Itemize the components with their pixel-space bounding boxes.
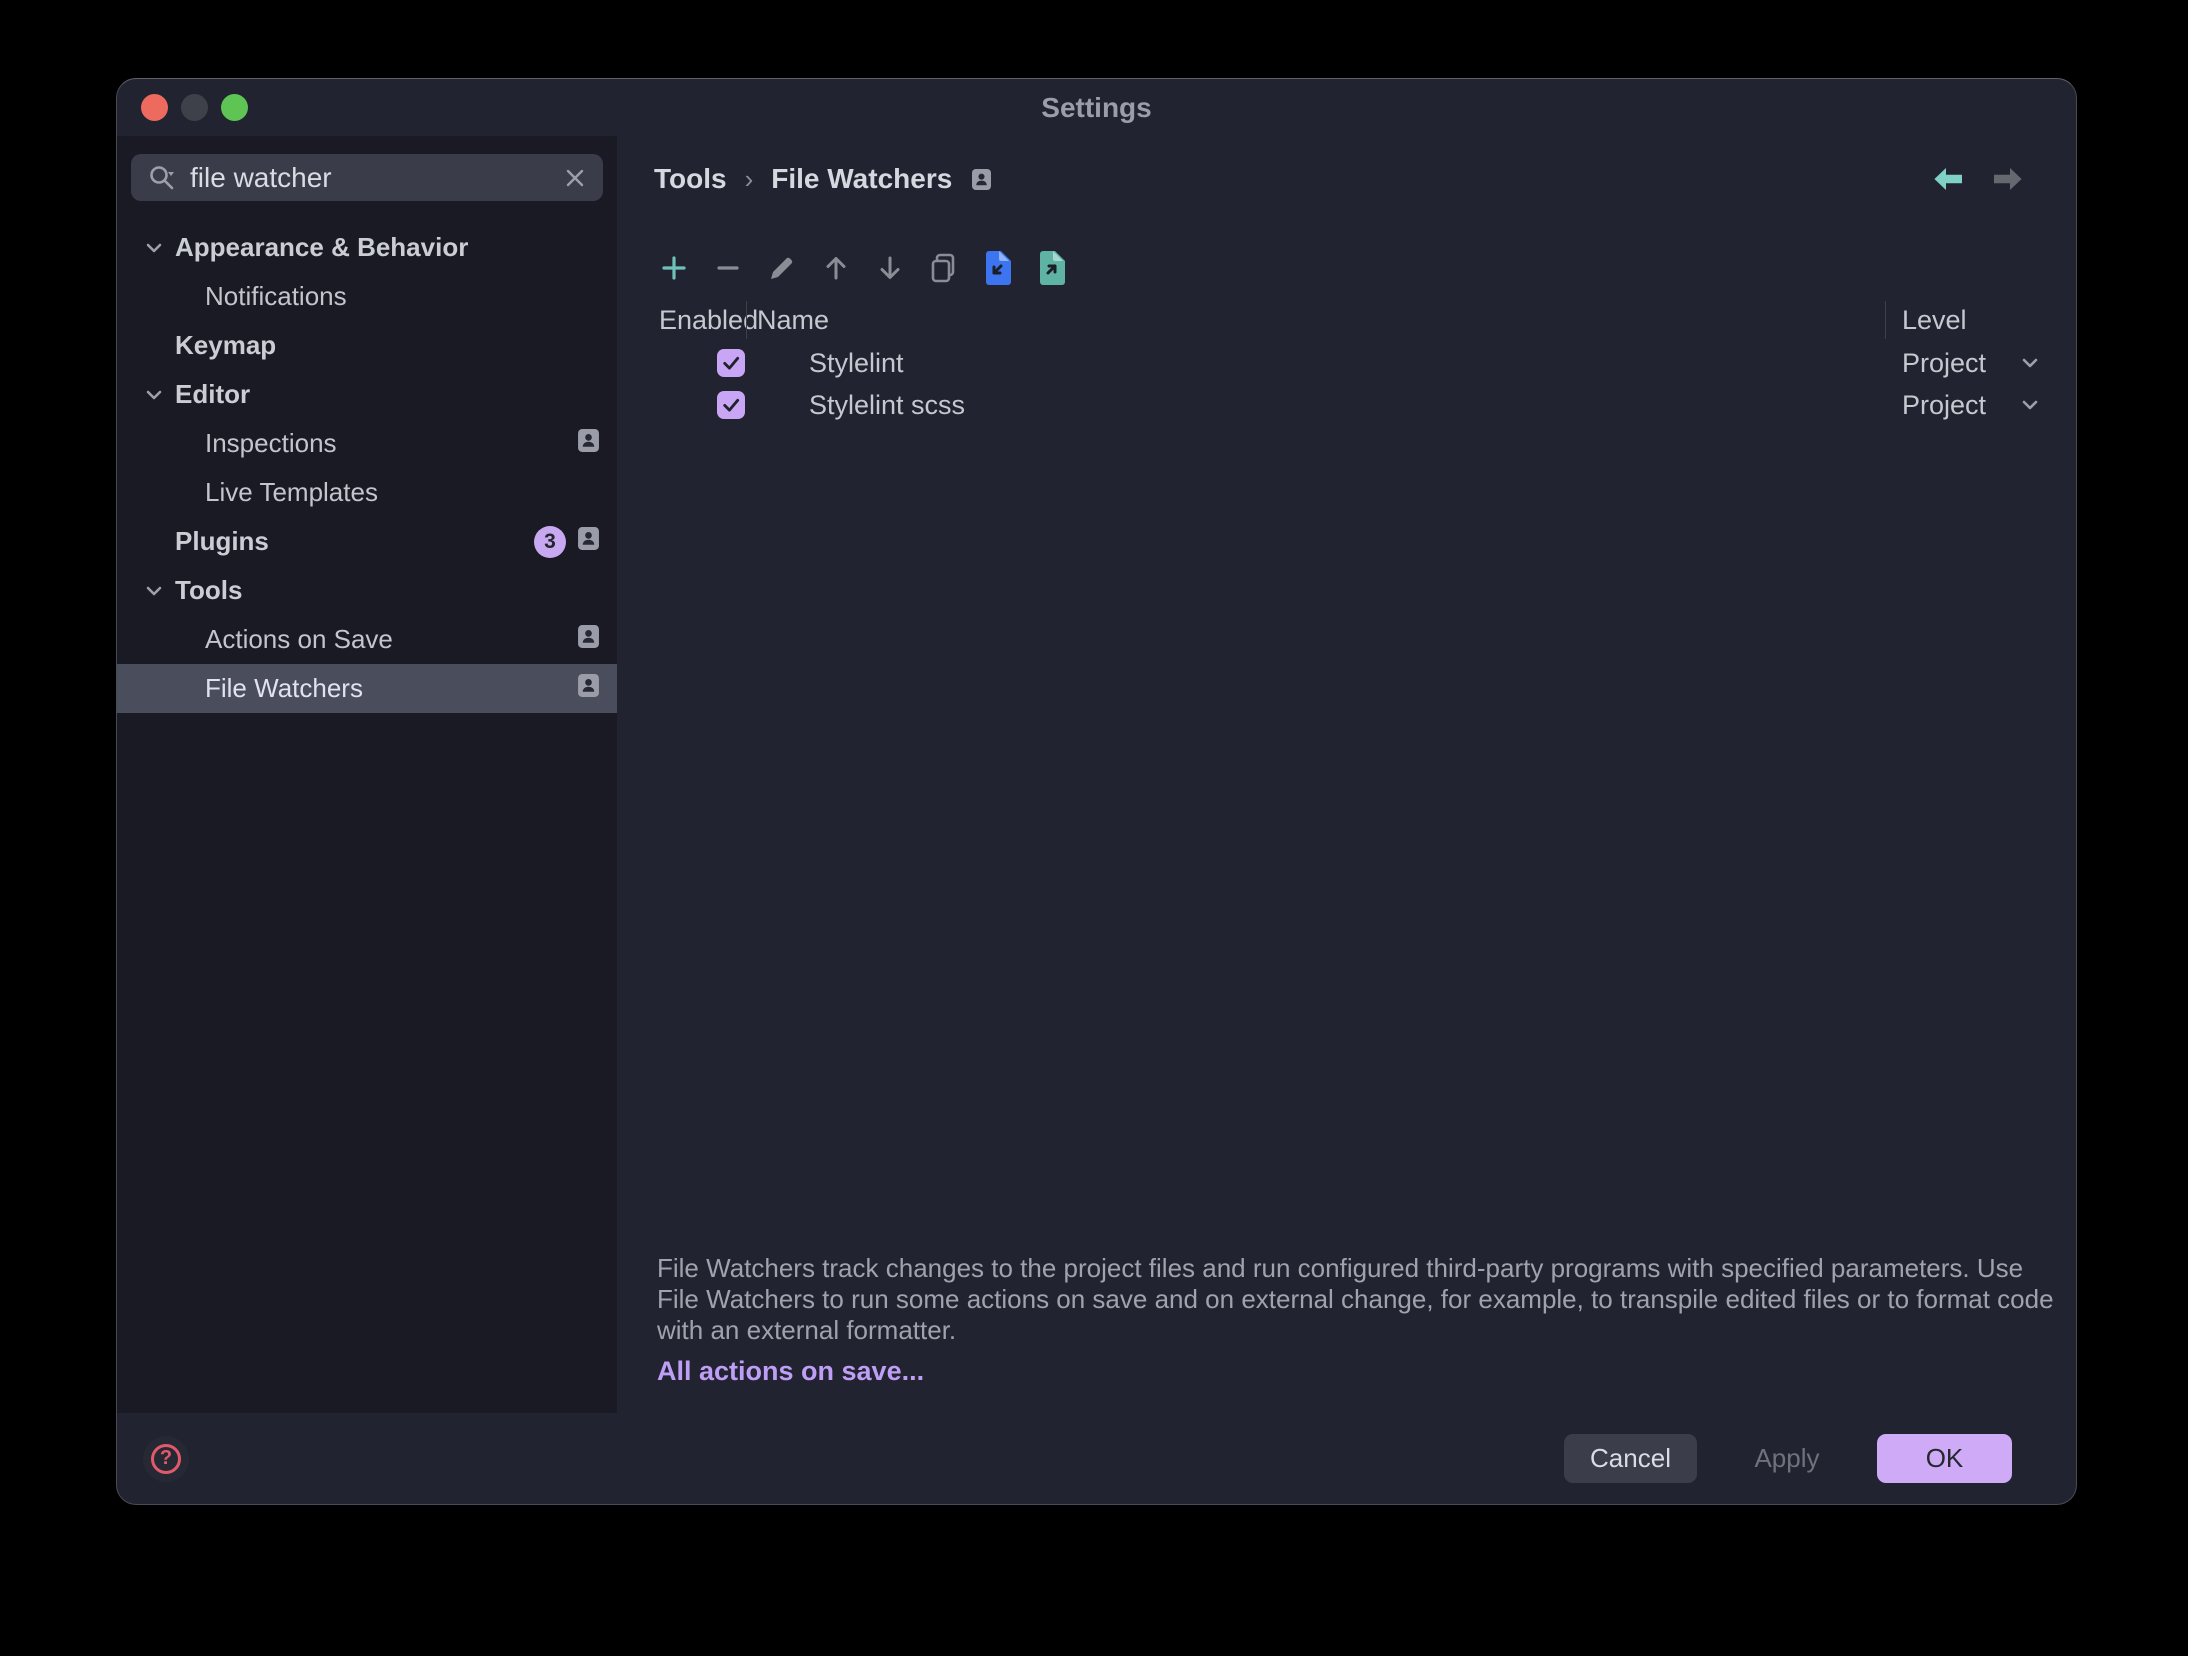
plugins-count-badge: 3 xyxy=(534,526,566,558)
breadcrumb: Tools › File Watchers xyxy=(617,136,2076,214)
breadcrumb-tools[interactable]: Tools xyxy=(654,163,727,195)
sidebar-item-label: Keymap xyxy=(175,330,276,361)
edit-pencil-icon[interactable] xyxy=(765,251,799,285)
sidebar-item-label: Editor xyxy=(175,379,250,410)
sidebar-item-label: Notifications xyxy=(205,281,347,312)
sidebar-item-actions-on-save[interactable]: Actions on Save xyxy=(117,615,617,664)
minimize-window-button[interactable] xyxy=(181,94,208,121)
per-ide-settings-icon xyxy=(578,624,599,655)
sidebar-item-label: Live Templates xyxy=(205,477,378,508)
all-actions-on-save-link[interactable]: All actions on save... xyxy=(617,1356,924,1387)
search-field[interactable] xyxy=(131,154,603,201)
help-icon: ? xyxy=(151,1444,181,1474)
cancel-button[interactable]: Cancel xyxy=(1564,1434,1697,1483)
level-value[interactable]: Project xyxy=(1902,348,1986,379)
sidebar-item-appearance-behavior[interactable]: Appearance & Behavior xyxy=(117,223,617,272)
column-header-enabled[interactable]: Enabled xyxy=(617,305,746,336)
sidebar-item-label: Tools xyxy=(175,575,242,606)
export-icon[interactable] xyxy=(1035,251,1069,285)
dialog-footer: ? Cancel Apply OK xyxy=(117,1413,2076,1504)
help-button[interactable]: ? xyxy=(143,1436,189,1482)
sidebar-item-notifications[interactable]: Notifications xyxy=(117,272,617,321)
breadcrumb-file-watchers: File Watchers xyxy=(771,163,952,195)
chevron-down-icon[interactable] xyxy=(143,580,165,602)
watcher-name: Stylelint scss xyxy=(746,390,1886,421)
back-arrow-icon[interactable] xyxy=(1932,166,1964,192)
sidebar-item-label: Actions on Save xyxy=(205,624,393,655)
add-icon[interactable] xyxy=(657,251,691,285)
sidebar-item-editor[interactable]: Editor xyxy=(117,370,617,419)
title-bar: Settings xyxy=(117,79,2076,136)
remove-icon[interactable] xyxy=(711,251,745,285)
sidebar-item-file-watchers[interactable]: File Watchers xyxy=(117,664,617,713)
sidebar-item-label: Appearance & Behavior xyxy=(175,232,468,263)
sidebar-item-live-templates[interactable]: Live Templates xyxy=(117,468,617,517)
move-down-icon[interactable] xyxy=(873,251,907,285)
table-row[interactable]: Stylelint scss Project xyxy=(617,384,2076,426)
per-ide-settings-icon xyxy=(578,526,599,557)
watchers-toolbar xyxy=(617,242,2076,294)
sidebar-item-tools[interactable]: Tools xyxy=(117,566,617,615)
sidebar-item-label: Inspections xyxy=(205,428,337,459)
enabled-checkbox[interactable] xyxy=(717,349,745,377)
copy-icon[interactable] xyxy=(927,251,961,285)
level-value[interactable]: Project xyxy=(1902,390,1986,421)
settings-tree: Appearance & Behavior Notifications Keym… xyxy=(117,223,617,1413)
sidebar-item-keymap[interactable]: Keymap xyxy=(117,321,617,370)
watchers-table: Enabled Name Level Stylelint Project xyxy=(617,298,2076,426)
per-ide-settings-icon xyxy=(578,428,599,459)
move-up-icon[interactable] xyxy=(819,251,853,285)
search-icon xyxy=(147,163,177,193)
table-row[interactable]: Stylelint Project xyxy=(617,342,2076,384)
close-window-button[interactable] xyxy=(141,94,168,121)
watcher-name: Stylelint xyxy=(746,348,1886,379)
per-ide-settings-icon xyxy=(578,673,599,704)
sidebar-item-label: File Watchers xyxy=(205,673,363,704)
chevron-down-icon[interactable] xyxy=(2018,393,2042,417)
chevron-down-icon[interactable] xyxy=(143,237,165,259)
enabled-checkbox[interactable] xyxy=(717,391,745,419)
window-title: Settings xyxy=(1041,92,1151,124)
clear-search-icon[interactable] xyxy=(563,166,587,190)
chevron-down-icon[interactable] xyxy=(2018,351,2042,375)
breadcrumb-separator-icon: › xyxy=(745,164,754,195)
settings-dialog: Settings xyxy=(116,78,2077,1505)
settings-sidebar: Appearance & Behavior Notifications Keym… xyxy=(117,136,617,1413)
feature-description: File Watchers track changes to the proje… xyxy=(617,1253,2055,1346)
chevron-down-icon[interactable] xyxy=(143,384,165,406)
table-header: Enabled Name Level xyxy=(617,298,2076,342)
forward-arrow-icon[interactable] xyxy=(1992,166,2024,192)
column-header-level[interactable]: Level xyxy=(1886,305,2076,336)
sidebar-item-inspections[interactable]: Inspections xyxy=(117,419,617,468)
sidebar-item-label: Plugins xyxy=(175,526,269,557)
import-icon[interactable] xyxy=(981,251,1015,285)
ok-button[interactable]: OK xyxy=(1877,1434,2012,1483)
traffic-lights xyxy=(141,94,248,121)
apply-button[interactable]: Apply xyxy=(1722,1434,1852,1483)
sidebar-item-plugins[interactable]: Plugins 3 xyxy=(117,517,617,566)
column-header-name[interactable]: Name xyxy=(747,305,1885,336)
file-watchers-panel: Tools › File Watchers xyxy=(617,136,2076,1413)
search-input[interactable] xyxy=(190,162,550,194)
per-ide-settings-icon xyxy=(972,169,991,190)
zoom-window-button[interactable] xyxy=(221,94,248,121)
